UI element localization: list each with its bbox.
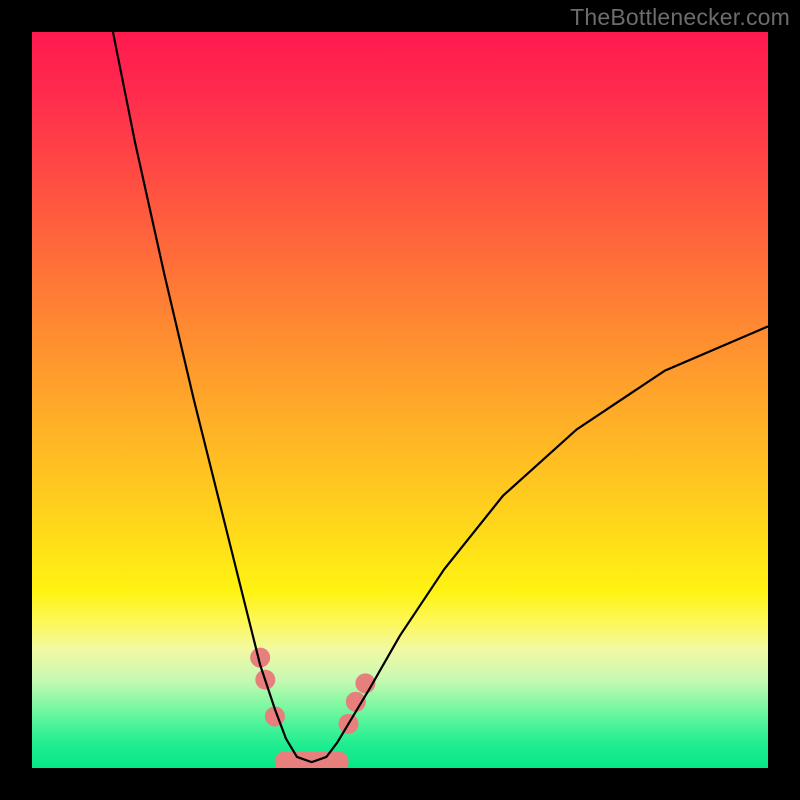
curve-layer <box>32 32 768 768</box>
sweet-spot-bar <box>275 752 349 768</box>
bottleneck-curve <box>113 32 768 762</box>
watermark-label: TheBottlenecker.com <box>570 4 790 31</box>
plot-area <box>32 32 768 768</box>
chart-frame: TheBottlenecker.com <box>0 0 800 800</box>
